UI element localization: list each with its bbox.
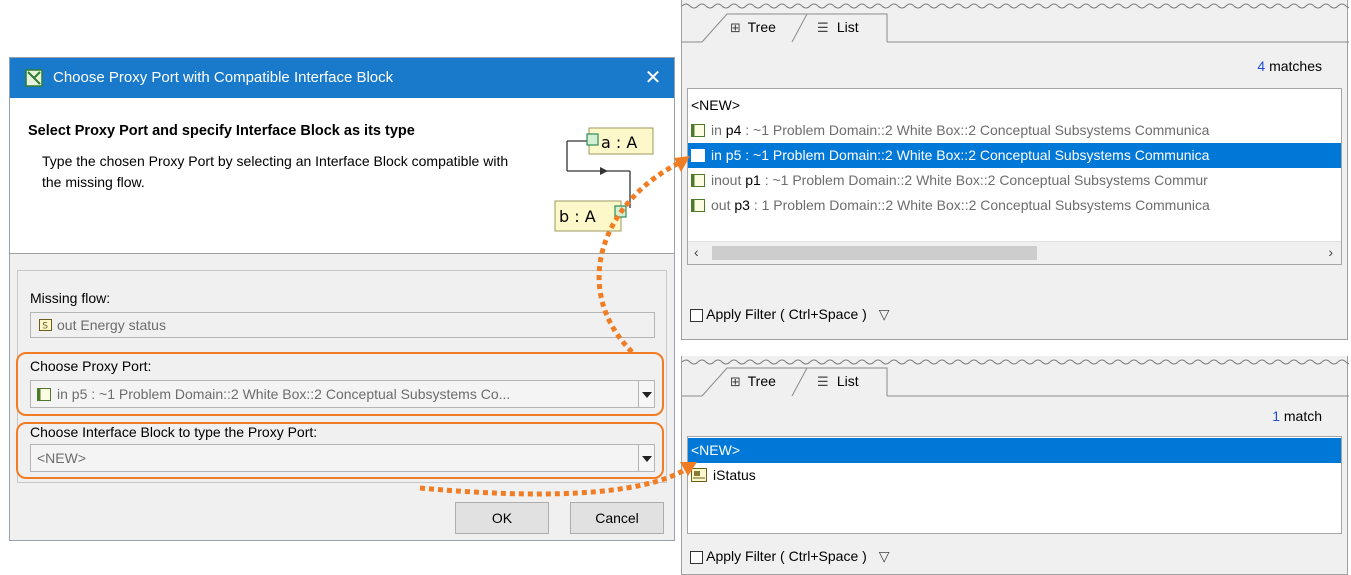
svg-text:S: S [42,322,48,332]
diagram-top-label: a : A [601,133,637,152]
filter-checkbox-box[interactable] [690,308,703,322]
tab-tree[interactable]: ⊞ Tree [730,366,776,396]
bottom-results-list[interactable]: <NEW> iStatus [687,436,1342,534]
list-item[interactable]: out p3 : 1 Problem Domain::2 White Box::… [688,193,1341,218]
list-icon: ☰ [817,374,829,389]
scroll-right-icon[interactable]: › [1328,244,1333,260]
app-icon [25,69,43,87]
dialog-header: Select Proxy Port and specify Interface … [10,98,674,254]
filter-funnel-icon[interactable]: ▽ [879,306,890,322]
proxy-port-icon [691,124,705,137]
tab-list[interactable]: ☰ List [817,12,859,42]
proxy-port-combo[interactable]: in p5 : ~1 Problem Domain::2 White Box::… [30,380,655,408]
scrollbar-thumb[interactable] [712,246,1037,260]
list-item[interactable]: in p4 : ~1 Problem Domain::2 White Box::… [688,118,1341,143]
title-bar: Choose Proxy Port with Compatible Interf… [10,58,674,98]
dialog-window: Choose Proxy Port with Compatible Interf… [9,57,675,541]
proxy-port-value: in p5 : ~1 Problem Domain::2 White Box::… [57,386,511,402]
signal-icon: S [39,319,52,331]
interface-block-value: <NEW> [37,450,87,466]
missing-flow-field: S out Energy status [30,312,655,338]
list-item[interactable]: in p5 : ~1 Problem Domain::2 White Box::… [688,143,1341,168]
proxy-port-icon [691,174,705,187]
tab-list[interactable]: ☰ List [817,366,859,396]
interface-block-label: Choose Interface Block to type the Proxy… [30,424,318,440]
tree-icon: ⊞ [730,20,741,35]
filter-checkbox-box[interactable] [690,550,703,564]
chevron-down-icon[interactable] [638,381,654,407]
interface-block-icon [691,468,707,482]
diagram-bottom-label: b : A [559,207,596,226]
matches-count: 1 match [1272,408,1322,424]
filter-funnel-icon[interactable]: ▽ [879,548,890,564]
list-item[interactable]: <NEW> [688,438,1341,463]
list-item[interactable]: iStatus [688,463,1341,488]
list-icon: ☰ [817,20,829,35]
close-icon: ✕ [644,67,662,89]
proxy-port-icon [37,388,51,401]
apply-filter-checkbox[interactable]: Apply Filter ( Ctrl+Space ) ▽ [690,306,889,323]
interface-block-combo[interactable]: <NEW> [30,444,655,472]
bottom-list-panel: ⊞ Tree ☰ List 1 match <NEW> iStatus Apply… [681,356,1349,575]
list-item[interactable]: <NEW> [688,93,1341,118]
top-tab-bar: ⊞ Tree ☰ List [682,12,1349,43]
missing-flow-value: out Energy status [57,317,166,333]
ok-button[interactable]: OK [455,502,549,534]
proxy-port-icon [691,199,705,212]
bottom-tab-bar: ⊞ Tree ☰ List [682,366,1349,397]
tab-tree[interactable]: ⊞ Tree [730,12,776,42]
header-description: Type the chosen Proxy Port by selecting … [42,153,509,190]
tree-icon: ⊞ [730,374,741,389]
close-button[interactable]: ✕ [638,64,668,92]
matches-count: 4 matches [1257,58,1322,74]
proxy-port-label: Choose Proxy Port: [30,358,152,374]
proxy-port-icon [691,149,705,162]
dialog-title: Choose Proxy Port with Compatible Interf… [53,69,394,86]
top-results-list[interactable]: <NEW> in p4 : ~1 Problem Domain::2 White … [687,88,1342,265]
missing-flow-label: Missing flow: [30,290,111,306]
chevron-down-icon[interactable] [638,445,654,471]
horizontal-scrollbar[interactable]: ‹ › [688,241,1341,264]
top-list-panel: ⊞ Tree ☰ List 4 matches <NEW> in p4 : ~1 … [681,0,1349,340]
proxy-port-diagram-icon: a : A b : A [554,127,654,232]
cancel-button[interactable]: Cancel [570,502,664,534]
apply-filter-checkbox[interactable]: Apply Filter ( Ctrl+Space ) ▽ [690,548,889,565]
list-item[interactable]: inout p1 : ~1 Problem Domain::2 White Bo… [688,168,1341,193]
scroll-left-icon[interactable]: ‹ [694,244,699,260]
header-title: Select Proxy Port and specify Interface … [28,123,415,139]
torn-edge [682,3,1349,9]
